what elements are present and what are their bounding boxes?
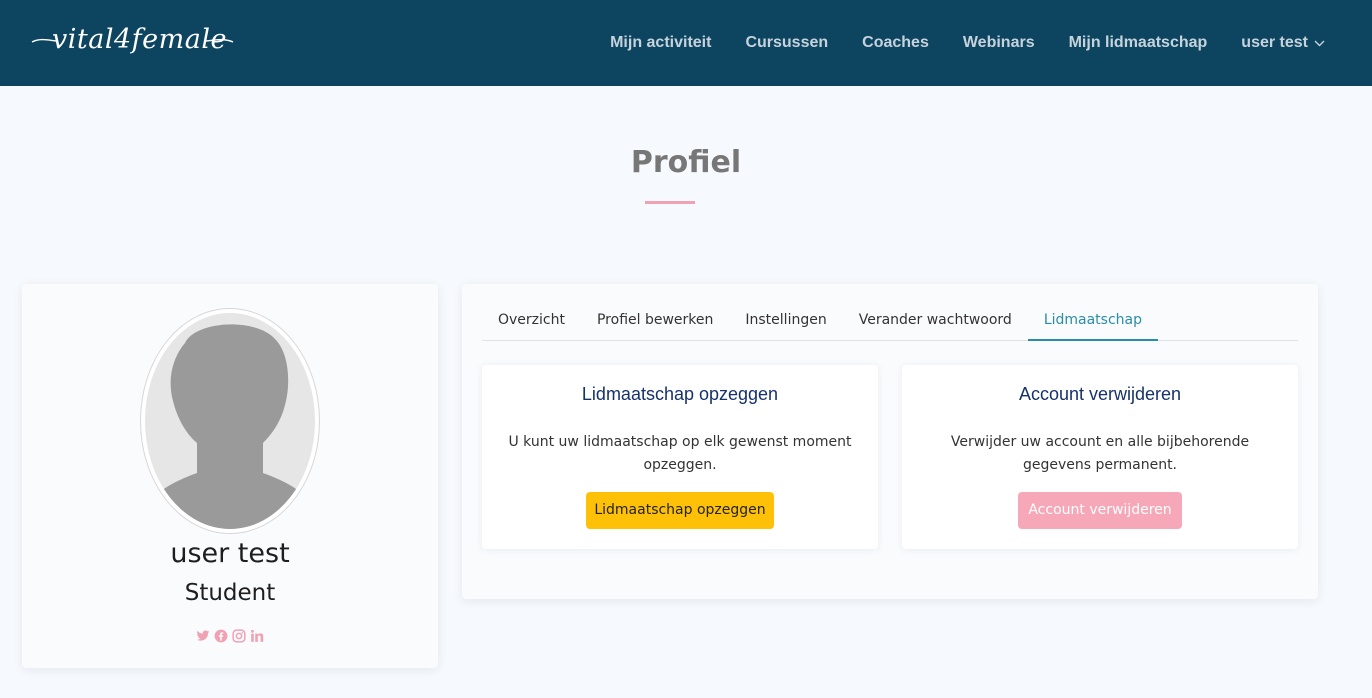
profile-name: user test [170,538,290,569]
profile-role: Student [184,580,276,606]
tab-lidmaatschap[interactable]: Lidmaatschap [1027,304,1159,341]
brand-logo[interactable]: vital4female [30,18,235,64]
page-title: Profiel [630,145,742,180]
top-navbar: vital4female Mijn activiteit Cursussen C… [0,0,1372,86]
instagram-icon[interactable] [232,629,246,643]
avatar-frame [140,308,320,534]
facebook-icon[interactable] [214,629,228,643]
nav-coaches[interactable]: Coaches [862,34,929,52]
cancel-membership-title: Lidmaatschap opzeggen [581,384,779,404]
chevron-down-icon [1314,34,1325,52]
cancel-membership-button[interactable]: Lidmaatschap opzeggen [586,492,774,529]
nav-webinars[interactable]: Webinars [963,34,1035,52]
cancel-membership-card: Lidmaatschap opzeggen U kunt uw lidmaats… [482,365,878,549]
profile-content-card: Overzicht Profiel bewerken Instellingen … [462,284,1318,599]
user-menu[interactable]: user test [1241,34,1325,52]
delete-account-button[interactable]: Account verwijderen [1018,492,1182,529]
logo-text: vital4female [52,24,227,55]
nav-mijn-activiteit[interactable]: Mijn activiteit [610,34,711,52]
delete-account-title: Account verwijderen [1018,384,1182,404]
delete-account-card: Account verwijderen Verwijder uw account… [902,365,1298,549]
cancel-membership-text: U kunt uw lidmaatschap op elk gewenst mo… [508,434,852,473]
user-menu-label: user test [1241,34,1308,51]
profile-tabs: Overzicht Profiel bewerken Instellingen … [482,304,1298,341]
avatar [145,313,315,529]
profile-card: user test Student [22,284,438,668]
title-underline [645,201,695,204]
twitter-icon[interactable] [196,629,210,643]
delete-account-text: Verwijder uw account en alle bijbehorend… [950,434,1250,473]
social-links [22,629,438,643]
tab-instellingen[interactable]: Instellingen [729,304,842,341]
tab-profiel-bewerken[interactable]: Profiel bewerken [581,304,729,341]
nav-cursussen[interactable]: Cursussen [745,34,828,52]
tab-verander-wachtwoord[interactable]: Verander wachtwoord [843,304,1028,341]
nav-mijn-lidmaatschap[interactable]: Mijn lidmaatschap [1069,34,1208,52]
main-nav: Mijn activiteit Cursussen Coaches Webina… [576,0,1325,86]
linkedin-icon[interactable] [250,629,264,643]
avatar-silhouette-icon [145,324,315,529]
tab-overzicht[interactable]: Overzicht [482,304,581,341]
